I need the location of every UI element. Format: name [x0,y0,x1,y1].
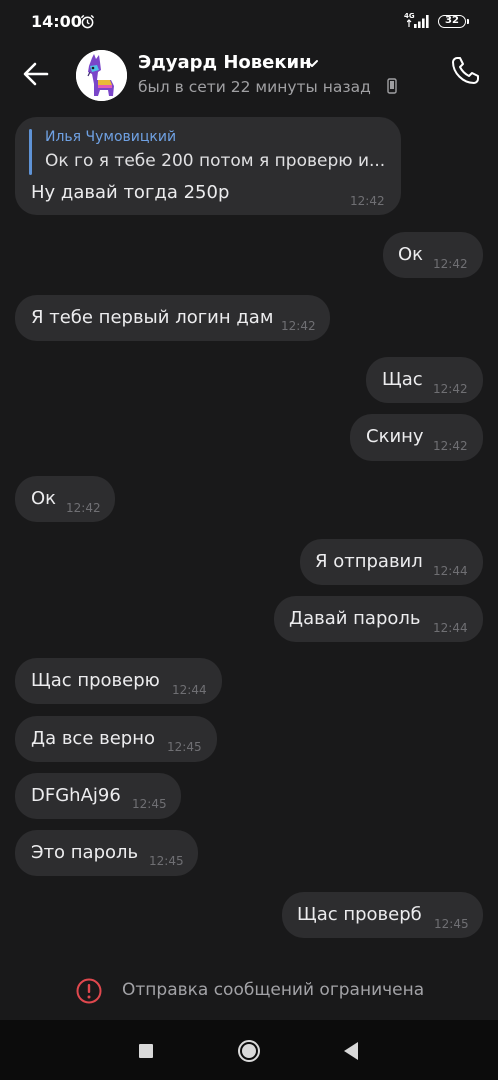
messaging-restricted-notice: Отправка сообщений ограничена [0,960,498,1020]
message-text: Это пароль [31,842,139,863]
message-bubble-incoming[interactable]: Да все верно 12:45 [15,716,217,762]
message-bubble-incoming[interactable]: Ок 12:42 [15,476,115,522]
reply-author: Илья Чумовицкий [45,129,177,145]
message-text: Давай пароль [289,608,421,629]
message-bubble-outgoing[interactable]: Щас 12:42 [366,357,483,403]
last-seen-status: был в сети 22 минуты назад [138,78,371,96]
message-bubble-incoming[interactable]: DFGhAj96 12:45 [15,773,181,819]
message-bubble-outgoing[interactable]: Давай пароль 12:44 [274,596,483,642]
message-time: 12:45 [132,797,167,811]
message-text: Щас проверб [297,904,422,925]
message-time: 12:42 [350,194,385,208]
chevron-down-icon[interactable] [305,59,319,69]
message-bubble-outgoing[interactable]: Щас проверб 12:45 [282,892,483,938]
message-text: Щас проверю [31,670,160,691]
message-text: Да все верно [31,728,156,749]
restricted-text: Отправка сообщений ограничена [122,980,425,1000]
message-bubble-incoming[interactable]: Илья Чумовицкий Ок го я тебе 200 потом я… [15,117,401,215]
message-bubble-outgoing[interactable]: Скину 12:42 [350,414,483,461]
mobile-device-icon [387,78,397,94]
reply-text: Ок го я тебе 200 потом я проверю и... [45,151,386,171]
message-text: Ок [398,244,424,265]
message-text: Ок [31,488,57,509]
back-arrow-icon[interactable] [20,58,52,90]
reply-accent-bar [29,129,32,175]
message-bubble-outgoing[interactable]: Я отправил 12:44 [300,539,483,585]
message-bubble-incoming[interactable]: Я тебе первый логин дам 12:42 [15,295,330,341]
system-nav-bar [0,1020,498,1080]
message-time: 12:44 [172,683,207,697]
message-time: 12:44 [433,621,468,635]
message-bubble-outgoing[interactable]: Ок 12:42 [383,232,483,278]
message-time: 12:42 [433,257,468,271]
status-bar: 14:00 4G 32 [0,0,498,44]
battery-tip [467,19,469,24]
battery-indicator: 32 [438,15,466,28]
chat-header: Эдуард Новекин был в сети 22 минуты наза… [0,44,498,110]
message-time: 12:44 [433,564,468,578]
home-circle-icon[interactable] [237,1039,261,1063]
signal-icon [407,15,429,28]
llama-avatar-icon [76,50,127,101]
message-time: 12:42 [433,439,468,453]
message-bubble-incoming[interactable]: Щас проверю 12:44 [15,658,222,704]
alarm-icon [80,14,95,29]
contact-name[interactable]: Эдуард Новекин [138,52,312,73]
recents-square-icon[interactable] [139,1044,153,1058]
message-text: Ну давай тогда 250р [31,182,230,203]
message-text: Скину [366,426,424,447]
message-text: Я отправил [315,551,423,572]
avatar[interactable] [76,50,127,101]
message-time: 12:42 [66,501,101,515]
message-time: 12:45 [434,917,469,931]
message-time: 12:45 [167,740,202,754]
message-time: 12:42 [433,382,468,396]
call-icon[interactable] [448,54,482,88]
message-text: Щас [382,369,423,390]
message-text: DFGhAj96 [31,785,121,806]
message-time: 12:42 [281,319,316,333]
message-bubble-incoming[interactable]: Это пароль 12:45 [15,830,198,876]
back-triangle-icon[interactable] [342,1041,360,1061]
message-text: Я тебе первый логин дам [31,307,274,328]
message-time: 12:45 [149,854,184,868]
warning-icon [76,978,102,1004]
status-time: 14:00 [31,12,82,31]
